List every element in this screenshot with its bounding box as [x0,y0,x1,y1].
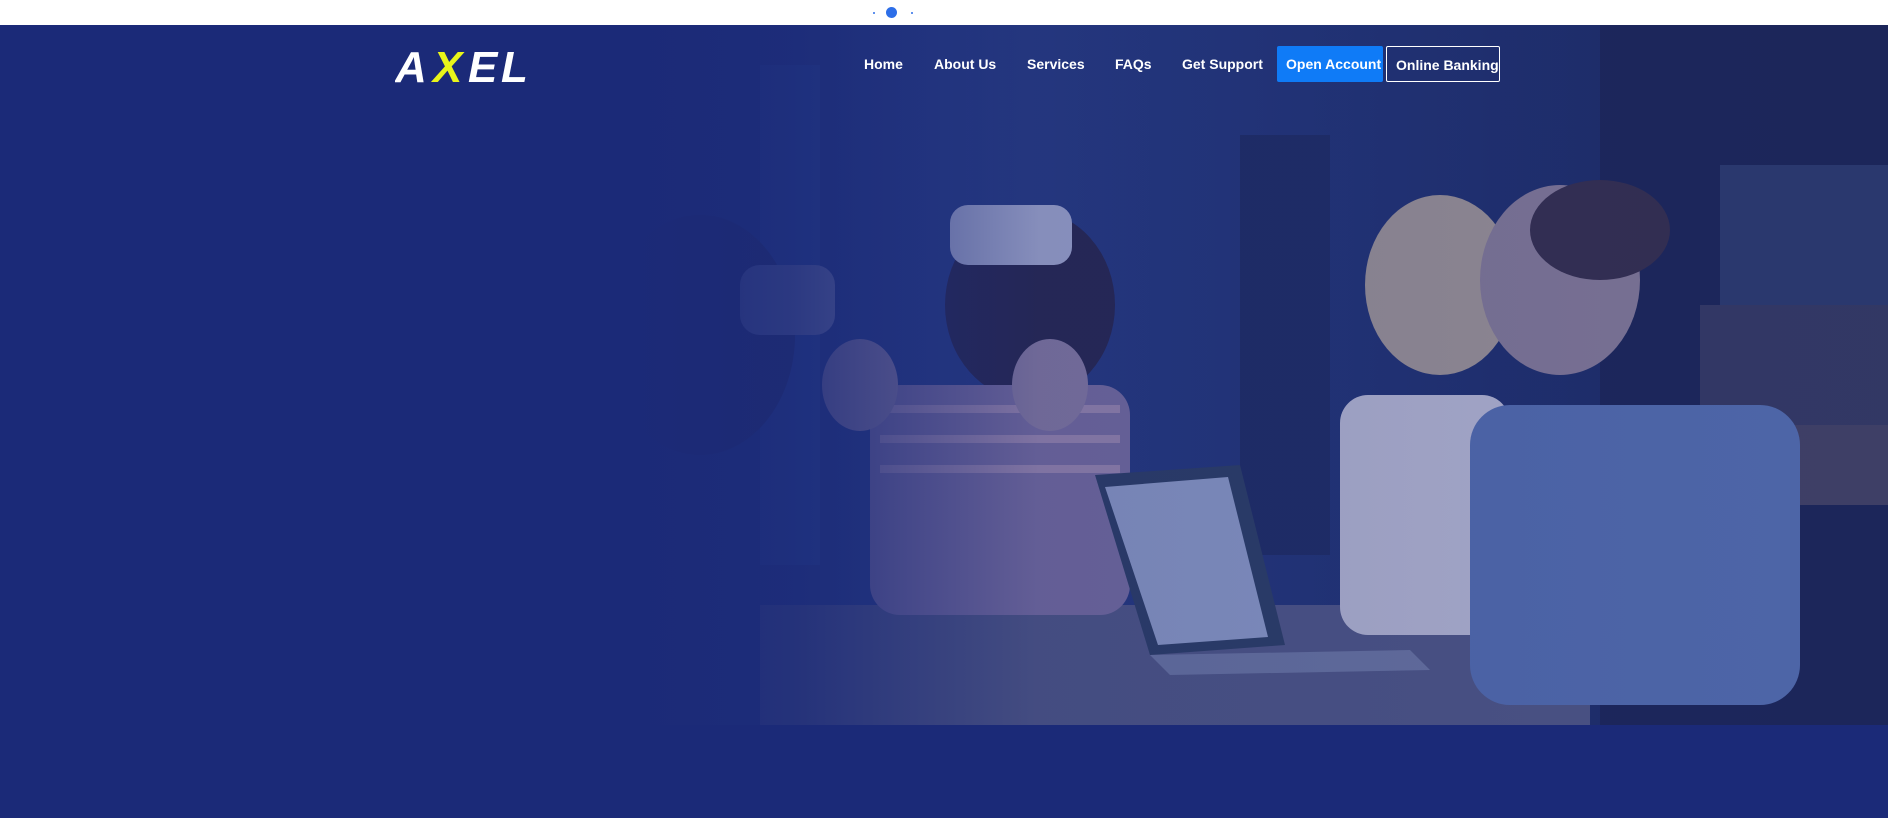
hero-bottom-band [0,725,1888,818]
svg-text:L: L [501,44,528,90]
nav-link-faqs[interactable]: FAQs [1115,46,1152,82]
loading-indicator [871,7,915,19]
hero-color-overlay [0,25,1888,725]
nav-link-services[interactable]: Services [1027,46,1085,82]
svg-text:X: X [430,44,465,90]
hero-section [0,25,1888,725]
loader-dot-active [886,7,897,18]
page-loader-bar [0,0,1888,25]
open-account-button[interactable]: Open Account [1277,46,1383,82]
online-banking-button[interactable]: Online Banking [1386,46,1500,82]
loader-dot [873,12,875,14]
nav-link-home[interactable]: Home [864,46,903,82]
loader-dot [911,12,913,14]
nav-link-about-us[interactable]: About Us [934,46,996,82]
svg-text:E: E [468,44,499,90]
svg-text:A: A [395,44,427,90]
axel-logo[interactable]: A X E L [395,44,540,90]
nav-link-get-support[interactable]: Get Support [1182,46,1263,82]
